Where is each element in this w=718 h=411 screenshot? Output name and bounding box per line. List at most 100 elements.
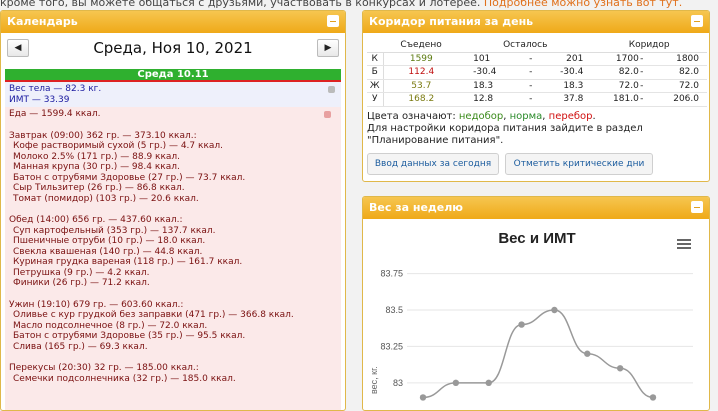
meal-item: Оливье с кур грудкой без заправки (471 г… [13,310,294,320]
meal-item: Масло подсолнечное (8 гр.) — 72.0 ккал. [13,320,208,331]
col-corridor: Коридор [591,39,707,53]
corridor-cell-eaten: 168.2 [383,92,460,107]
meal-item: Молоко 2.5% (171 гр.) — 88.9 ккал. [13,151,181,162]
col-label [367,39,383,53]
corridor-cell-left-to: 201 [533,52,592,66]
legend-over: перебор [548,110,593,122]
body-weight: Вес тела — 82.3 кг. [9,84,102,94]
col-left: Осталось [459,39,592,53]
next-day-button[interactable]: ▶ [317,39,339,57]
calendar-nav: ◀ Среда, Ноя 10, 2021 ▶ [1,33,345,63]
day-label[interactable]: Среда 10.11 [5,69,341,80]
corridor-cell-label: К [367,52,384,66]
collapse-icon[interactable] [327,15,339,27]
meal-item: Петрушка (9 гр.) — 4.2 ккал. [13,267,150,278]
corridor-cell-left-from: -30.4 [459,65,528,80]
corridor-cell-eaten: 112.4 [383,65,460,80]
weight-data-point[interactable] [518,321,525,328]
meal-item: Сыр Тильзитер (26 гр.) — 86.8 ккал. [13,183,185,193]
legend-under: недобор [458,110,504,122]
edit-weight-icon[interactable] [328,86,335,93]
weight-data-point[interactable] [616,365,624,372]
chart-menu-icon[interactable] [677,239,691,249]
corridor-cell-eaten: 1599 [383,52,460,66]
corridor-cell-from: 82.0 [591,65,639,80]
corridor-cell-from: 1700 [591,52,639,66]
meal-item: Суп картофельный (353 гр.) — 137.7 ккал. [13,225,216,236]
corridor-cell-left-from: 18.3 [459,79,528,93]
input-today-button[interactable]: Ввод данных за сегодня [367,153,499,175]
food-total-line: Еда — 1599.4 ккал. [9,109,337,120]
corridor-title: Коридор питания за день [369,15,534,28]
meal-title[interactable]: Перекусы (20:30) 32 гр. — 185.00 ккал.: [9,363,337,374]
meal-item: Пшеничные отруби (10 гр.) — 18.0 ккал. [13,236,206,246]
corridor-row: У 168.2 12.8-37.8 181.0-206.0 [367,92,707,107]
corridor-cell-to: 206.0 [644,92,707,107]
prev-day-button[interactable]: ◀ [7,39,29,57]
corridor-panel: Коридор питания за день Съедено Осталось… [362,10,710,182]
top-info-line: кроме того, вы можете общаться с друзьям… [0,0,718,8]
weight-data-point[interactable] [584,350,591,357]
corridor-header: Коридор питания за день [363,11,709,33]
calendar-date: Среда, Ноя 10, 2021 [93,39,253,57]
y-axis-label: вес, кг. [369,366,379,394]
meal-item: Куриная грудка вареная (118 гр.) — 161.7… [13,257,243,267]
corridor-cell-left-to: 18.3 [533,79,592,93]
chart-title: Вес и ИМТ [498,230,575,247]
meal-item: Кофе растворимый сухой (5 гр.) — 4.7 кка… [13,141,224,151]
top-info-link[interactable]: Подробнее можно узнать вот тут. [484,0,682,8]
food-total: Еда — 1599.4 ккал. [9,109,101,119]
corridor-cell-to: 82.0 [644,65,707,80]
edit-food-icon[interactable] [324,111,331,118]
col-eaten: Съедено [383,39,460,53]
corridor-cell-label: Ж [367,79,384,93]
y-tick-label: 83.25 [380,341,403,351]
meal-title[interactable]: Завтрак (09:00) 362 гр. — 373.10 ккал.: [9,131,337,142]
weight-data-point[interactable] [452,379,460,387]
weight-data-point[interactable] [649,394,657,401]
corridor-row: Б 112.4 -30.4- -30.4 82.0-82.0 [367,65,707,80]
meal-item: Манная крупа (30 гр.) — 98.4 ккал. [13,162,180,172]
meal-block: Завтрак (09:00) 362 гр. — 373.10 ккал.: К… [9,131,337,205]
weight-data-point[interactable] [419,394,427,401]
collapse-icon[interactable] [691,201,703,213]
meal-title[interactable]: Обед (14:00) 656 гр. — 437.60 ккал.: [9,215,337,226]
meal-block: Перекусы (20:30) 32 гр. — 185.00 ккал.: С… [9,363,337,384]
meal-item: Батон с отрубями Здоровье (27 гр.) — 73.… [13,172,246,183]
corridor-table: Съедено Осталось Коридор К 1599 101-201 170… [367,39,707,107]
meal-item: Томат (помидор) (103 гр.) — 20.6 ккал. [13,193,199,204]
weight-title: Вес за неделю [369,201,463,214]
weight-panel: Вес за неделю Вес и ИМТ 83.75 83.5 83.25 83… [362,196,710,411]
corridor-cell-left-to: 37.8 [533,92,592,107]
mark-critical-days-button[interactable]: Отметить критические дни [505,153,653,175]
weight-block: Вес тела — 82.3 кг. ИМТ — 33.39 [5,82,341,107]
meals-list: Завтрак (09:00) 362 гр. — 373.10 ккал.: К… [9,131,337,385]
color-legend: Цвета означают: недобор, норма, перебор.… [367,111,709,147]
meal-item: Свекла квашеная (140 гр.) — 44.8 ккал. [13,246,203,257]
corridor-cell-to: 72.0 [644,79,707,93]
corridor-table-header: Съедено Осталось Коридор [367,39,707,53]
weight-data-point[interactable] [485,379,492,387]
collapse-icon[interactable] [691,15,703,27]
corridor-cell-label: У [367,92,384,107]
calendar-title: Календарь [7,15,78,28]
calendar-panel: Календарь ◀ Среда, Ноя 10, 2021 ▶ Среда … [0,10,346,411]
corridor-cell-left-from: 12.8 [459,92,528,107]
corridor-cell-left-from: 101 [459,52,528,66]
corridor-cell-to: 1800 [644,52,707,66]
corridor-row: Ж 53.7 18.3-18.3 72.0-72.0 [367,79,707,93]
weight-data-point[interactable] [551,306,558,314]
meal-item: Финики (26 гр.) — 71.2 ккал. [13,278,150,288]
top-info-text: кроме того, вы можете общаться с друзьям… [0,0,481,8]
meal-title[interactable]: Ужин (19:10) 679 гр. — 603.60 ккал.: [9,300,337,311]
meal-block: Обед (14:00) 656 гр. — 437.60 ккал.: Суп … [9,215,337,289]
weight-header: Вес за неделю [363,197,709,219]
bmi-value: ИМТ — 33.39 [9,94,70,105]
corridor-cell-from: 72.0 [591,79,639,93]
corridor-row: К 1599 101-201 1700-1800 [367,52,707,66]
corridor-note: Для настройки коридора питания зайдите в… [367,122,643,146]
y-tick-label: 83.75 [380,269,403,279]
legend-prefix: Цвета означают: [367,110,456,122]
legend-norm: норма [509,110,543,122]
day-details: Вес тела — 82.3 кг. ИМТ — 33.39 Еда — 15… [5,82,341,410]
